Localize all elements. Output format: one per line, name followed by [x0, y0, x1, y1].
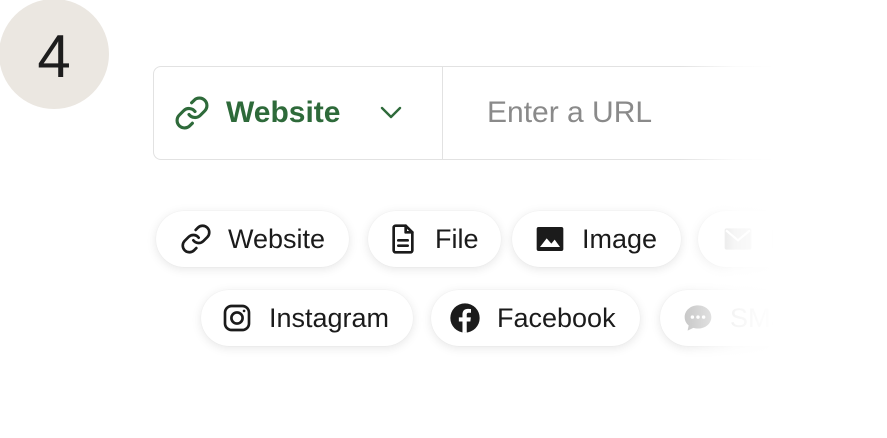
- type-dropdown[interactable]: Website: [154, 67, 443, 159]
- file-icon: [392, 224, 414, 254]
- option-label: SMS: [730, 302, 789, 333]
- option-label: File: [435, 223, 479, 254]
- option-label: Instagram: [269, 302, 390, 333]
- option-sms-chip[interactable]: SMS: [660, 290, 813, 346]
- instagram-icon: [223, 304, 251, 332]
- step-number-badge: 4: [0, 0, 109, 109]
- mail-icon: [724, 228, 752, 250]
- option-website-chip[interactable]: Website: [156, 211, 350, 267]
- image-icon: [536, 227, 564, 251]
- option-instagram-chip[interactable]: Instagram: [201, 290, 414, 346]
- option-facebook-chip[interactable]: Facebook: [431, 290, 640, 346]
- link-icon: [175, 96, 209, 130]
- facebook-icon: [450, 303, 480, 333]
- qr-type-input-group: Website: [153, 66, 887, 160]
- option-label: Image: [582, 223, 658, 254]
- option-email-chip[interactable]: E: [698, 211, 813, 267]
- url-input[interactable]: [443, 67, 789, 159]
- option-image-chip[interactable]: Image: [512, 211, 682, 267]
- selected-type-label: Website: [226, 96, 341, 129]
- link-icon: [181, 224, 211, 254]
- option-label: Facebook: [497, 302, 616, 333]
- option-label: Website: [228, 223, 326, 254]
- option-label: E: [770, 223, 789, 254]
- step-number: 4: [37, 22, 71, 90]
- chevron-down-icon: [381, 106, 402, 119]
- sms-icon: [684, 305, 712, 331]
- option-file-chip[interactable]: File: [368, 211, 501, 267]
